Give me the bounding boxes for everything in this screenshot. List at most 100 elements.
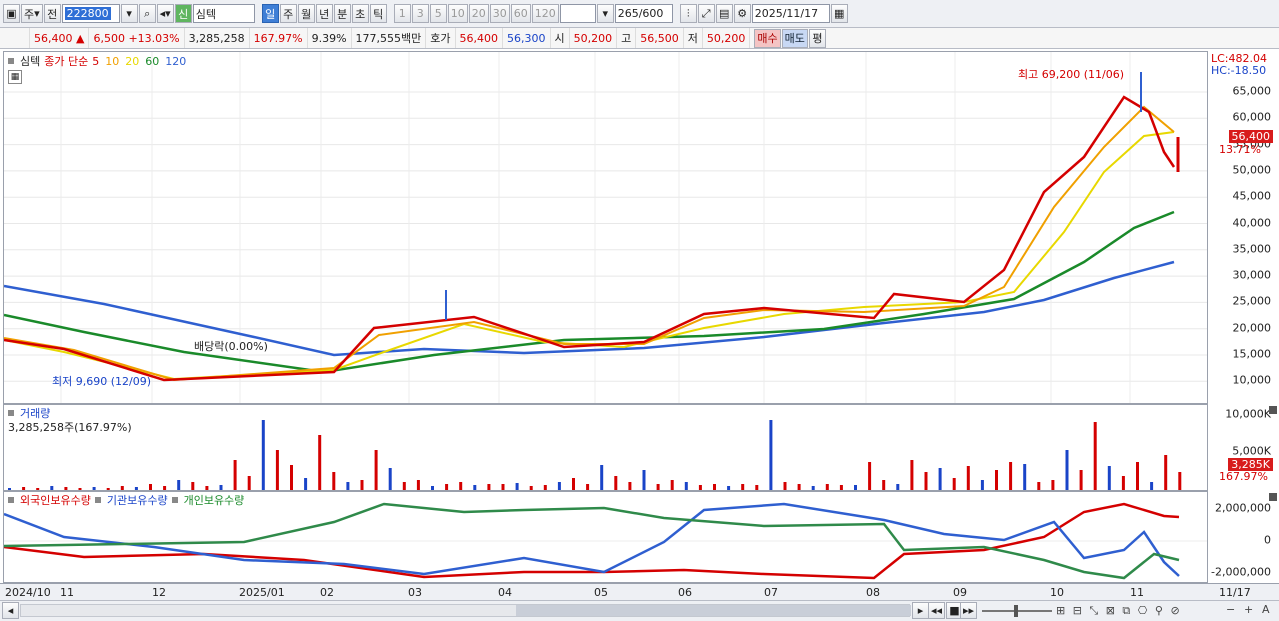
volume-bar xyxy=(952,478,956,490)
volume-bar xyxy=(134,487,138,490)
period-tab[interactable]: 일 xyxy=(261,4,279,23)
rewind-icon[interactable]: ◂◂ xyxy=(928,602,946,619)
interval-dropdown-icon[interactable]: ▾ xyxy=(596,4,614,23)
interval-tabs: 1 3 5 10 20 30 60 120 xyxy=(393,4,560,23)
volume-bar xyxy=(1121,476,1125,490)
volume-bar xyxy=(233,460,237,490)
volume-bar xyxy=(360,480,364,490)
interval-tab[interactable]: 60 xyxy=(510,4,531,23)
interval-input[interactable] xyxy=(559,4,596,23)
volume-ratio: 167.97% xyxy=(250,28,308,48)
volume-bar xyxy=(191,482,195,490)
tool-icons[interactable]: ⊞ ⊟ ⤡ ⊠ ⧉ ⎔ ⚲ ⊘ xyxy=(1056,604,1182,618)
date-label: 05 xyxy=(594,586,608,599)
volume-bar xyxy=(882,480,886,490)
interval-tab[interactable]: 10 xyxy=(447,4,468,23)
volume-bar xyxy=(149,484,152,490)
save-icon[interactable]: ▤ xyxy=(715,4,733,23)
candle-type-icon[interactable]: ⫶ xyxy=(679,4,697,23)
code-input[interactable]: 222800 xyxy=(61,4,120,23)
period-tab[interactable]: 틱 xyxy=(369,4,387,23)
volume-bar xyxy=(698,485,702,490)
period-tab[interactable]: 분 xyxy=(333,4,351,23)
volume-bar xyxy=(825,484,829,490)
zoom-out-icon[interactable]: − xyxy=(1226,603,1235,616)
interval-tab[interactable]: 30 xyxy=(489,4,510,23)
date-label: 04 xyxy=(498,586,512,599)
date-label: 2024/10 xyxy=(5,586,51,599)
volume-bar xyxy=(572,478,575,490)
low-label: 저 xyxy=(684,28,703,48)
volume-bar xyxy=(1178,472,1182,490)
interval-tab[interactable]: 1 xyxy=(393,4,411,23)
legend-square-icon xyxy=(8,497,14,503)
interval-tab[interactable]: 20 xyxy=(468,4,489,23)
period-tab[interactable]: 주 xyxy=(279,4,297,23)
interval-tab[interactable]: 5 xyxy=(429,4,447,23)
date-label: 06 xyxy=(678,586,692,599)
volume-bar xyxy=(388,468,392,490)
turnover-rate: 9.39% xyxy=(308,28,352,48)
scroll-thumb[interactable] xyxy=(516,605,911,616)
price-tick: 20,000 xyxy=(1232,321,1272,335)
count-field[interactable]: 265/600 xyxy=(614,4,673,23)
volume-bar xyxy=(402,482,406,490)
ma-legend-item: 20 xyxy=(125,54,140,68)
zoom-slider[interactable] xyxy=(982,605,1052,617)
toolbar: ▣ 주 ▾ 전 222800 ▾ ⌕ ◂▾ 신 심텍 일주월년분초틱 1 3 5 10 2… xyxy=(0,0,1279,28)
market-label: 주 xyxy=(24,7,35,21)
gear-icon[interactable]: ⚙ xyxy=(733,4,751,23)
panel-close-icon[interactable] xyxy=(1269,493,1277,501)
volume-bar xyxy=(247,476,251,490)
volume-panel[interactable]: 거래량 3,285,258주(167.97%) xyxy=(3,404,1208,491)
date-field[interactable]: 2025/11/17 xyxy=(751,4,830,23)
volume-bar xyxy=(473,485,477,490)
price-panel[interactable]: 심텍 종가 단순 5 10 20 60 120 ▦ 최고 69,200 (11/06) … xyxy=(3,51,1208,404)
stock-name-field[interactable]: 심텍 xyxy=(192,4,255,23)
play-icon[interactable]: ▸▸ xyxy=(960,602,978,619)
market-select[interactable]: 주 ▾ xyxy=(21,4,43,23)
sell-button[interactable]: 매도 xyxy=(781,28,808,48)
scroll-right-icon[interactable]: ▸ xyxy=(912,602,929,619)
window-icon[interactable]: ▣ xyxy=(3,4,20,23)
prev-button[interactable]: 전 xyxy=(43,4,61,23)
holding-panel[interactable]: 외국인보유수량 기관보유수량 개인보유수량 xyxy=(3,491,1208,583)
table-icon[interactable]: ▦ xyxy=(8,70,22,84)
volume-bar xyxy=(22,487,26,490)
period-tab[interactable]: 월 xyxy=(297,4,315,23)
volume-bar xyxy=(1037,482,1041,490)
volume-bar xyxy=(1150,482,1154,490)
volume-bar xyxy=(205,486,209,490)
code-dropdown-icon[interactable]: ▾ xyxy=(120,4,138,23)
price-change: 6,500 xyxy=(93,31,125,45)
buy-button[interactable]: 매수 xyxy=(754,28,781,48)
chart-tool-icon[interactable]: ⤢ xyxy=(697,4,715,23)
date-label: 11 xyxy=(1130,586,1144,599)
price-tick: 50,000 xyxy=(1232,163,1272,177)
interval-tab[interactable]: 3 xyxy=(411,4,429,23)
speaker-icon[interactable]: ◂▾ xyxy=(156,4,174,23)
avg-button[interactable]: 평 xyxy=(808,28,826,48)
ma-legend: 5 10 20 60 120 xyxy=(92,55,186,68)
panel-close-icon[interactable] xyxy=(1269,406,1277,414)
period-tab[interactable]: 년 xyxy=(315,4,333,23)
interval-tab[interactable]: 120 xyxy=(531,4,559,23)
zoom-in-icon[interactable]: + xyxy=(1244,603,1253,616)
scroll-track[interactable] xyxy=(20,604,911,617)
scroll-left-icon[interactable]: ◂ xyxy=(2,602,19,619)
font-size-icon[interactable]: A xyxy=(1262,603,1270,616)
legend-institution: 기관보유수량 xyxy=(106,494,168,507)
volume-bar xyxy=(275,450,279,490)
price-tick: 30,000 xyxy=(1232,268,1272,282)
volume-bar xyxy=(684,482,688,490)
count-value: 265 xyxy=(617,7,639,20)
volume-bar xyxy=(1051,480,1055,490)
volume-bar xyxy=(416,480,420,490)
volume-bar xyxy=(78,488,82,490)
holding-tick: 0 xyxy=(1264,533,1271,547)
period-tab[interactable]: 초 xyxy=(351,4,369,23)
price-tick: 10,000 xyxy=(1232,373,1272,387)
calendar-icon[interactable]: ▦ xyxy=(830,4,848,23)
date-axis: 2024/10 11 12 2025/01 02 03 04 05 06 07 … xyxy=(0,583,1279,600)
search-icon[interactable]: ⌕ xyxy=(138,4,156,23)
